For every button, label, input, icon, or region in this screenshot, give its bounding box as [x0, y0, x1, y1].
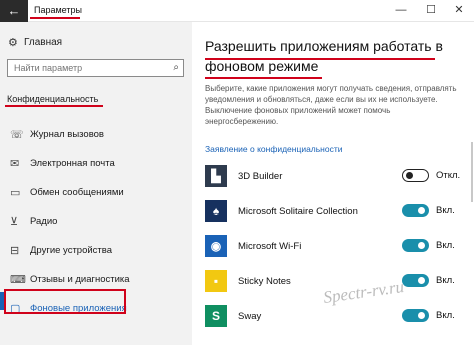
- arrow-left-icon: ←: [7, 3, 21, 18]
- toggle-knob: [406, 171, 413, 179]
- search-icon[interactable]: ⌕: [173, 62, 179, 73]
- title-highlight-underline: [30, 17, 80, 19]
- close-button[interactable]: ✕: [452, 3, 466, 17]
- app-name: Sticky Notes: [238, 276, 291, 287]
- sidebar-item-label: Электронная почта: [30, 158, 115, 169]
- 3d-builder-icon: ▙: [205, 165, 227, 187]
- app-name: Sway: [238, 311, 262, 322]
- settings-window: ← Параметры — ☐ ✕ ⚙ Главная ⌕ Конфиденци…: [0, 0, 474, 345]
- app-name: 3D Builder: [238, 171, 283, 182]
- window-title: Параметры: [34, 5, 82, 15]
- sidebar-item-label: Обмен сообщениями: [30, 187, 124, 198]
- search-box[interactable]: ⌕: [7, 59, 184, 77]
- maximize-button[interactable]: ☐: [424, 3, 438, 17]
- sidebar-item-messaging[interactable]: ▭ Обмен сообщениями: [0, 178, 192, 207]
- description-text: Выберите, какие приложения могут получат…: [205, 84, 457, 126]
- toggle-switch[interactable]: [402, 169, 429, 182]
- sidebar-item-email[interactable]: ✉ Электронная почта: [0, 149, 192, 178]
- toggle-switch[interactable]: [402, 239, 429, 252]
- app-row-wifi: ◉ Microsoft Wi-Fi Вкл.: [205, 233, 465, 268]
- toggle-state-label: Вкл.: [436, 310, 455, 321]
- title-highlight-underline: [205, 58, 435, 60]
- toggle-switch[interactable]: [402, 204, 429, 217]
- sidebar-item-label: Журнал вызовов: [30, 129, 104, 140]
- title-bar: ← Параметры — ☐ ✕: [0, 0, 474, 22]
- app-row-solitaire: ♠ Microsoft Solitaire Collection Вкл.: [205, 198, 465, 233]
- toggle-knob: [418, 242, 425, 249]
- page-title: Разрешить приложениям работать в фоновом…: [205, 38, 443, 74]
- app-list: ▙ 3D Builder Откл. ♠ Microsoft Solitaire…: [205, 163, 465, 338]
- devices-icon: ⊟: [10, 245, 20, 257]
- sidebar-item-label: Отзывы и диагностика: [30, 274, 130, 285]
- toggle-state-label: Откл.: [436, 170, 461, 181]
- app-row-3d-builder: ▙ 3D Builder Откл.: [205, 163, 465, 198]
- sidebar-item-label: Другие устройства: [30, 245, 112, 256]
- sidebar-item-other-devices[interactable]: ⊟ Другие устройства: [0, 236, 192, 265]
- toggle-state-label: Вкл.: [436, 275, 455, 286]
- nav-home[interactable]: ⚙ Главная: [8, 34, 62, 50]
- gear-icon: ⚙: [8, 36, 18, 49]
- toggle-knob: [418, 277, 425, 284]
- toggle-knob: [418, 207, 425, 214]
- messaging-icon: ▭: [10, 187, 21, 199]
- call-history-icon: ☏: [10, 129, 24, 141]
- scrollbar[interactable]: [471, 142, 473, 202]
- toggle-switch[interactable]: [402, 274, 429, 287]
- sway-icon: S: [205, 305, 227, 327]
- section-title: Конфиденциальность: [7, 94, 99, 104]
- app-name: Microsoft Solitaire Collection: [238, 206, 358, 217]
- toggle-switch[interactable]: [402, 309, 429, 322]
- radio-icon: ⊻: [10, 216, 19, 228]
- nav-home-label: Главная: [24, 36, 63, 48]
- sidebar-item-label: Радио: [30, 216, 58, 227]
- app-row-sway: S Sway Вкл.: [205, 303, 465, 338]
- toggle-state-label: Вкл.: [436, 205, 455, 216]
- back-button[interactable]: ←: [0, 0, 28, 22]
- sidebar-item-call-history[interactable]: ☏ Журнал вызовов: [0, 120, 192, 149]
- mail-icon: ✉: [10, 158, 20, 170]
- feedback-icon: ⌨: [10, 274, 26, 286]
- active-item-highlight-box: [4, 289, 126, 314]
- sidebar: ⚙ Главная ⌕ Конфиденциальность ☏ Журнал …: [0, 22, 192, 345]
- minimize-button[interactable]: —: [394, 3, 408, 17]
- privacy-statement-link[interactable]: Заявление о конфиденциальности: [205, 144, 343, 154]
- wifi-icon: ◉: [205, 235, 227, 257]
- app-name: Microsoft Wi-Fi: [238, 241, 302, 252]
- sidebar-item-radio[interactable]: ⊻ Радио: [0, 207, 192, 236]
- solitaire-icon: ♠: [205, 200, 227, 222]
- sticky-notes-icon: ▪: [205, 270, 227, 292]
- section-highlight-underline: [5, 105, 103, 107]
- toggle-knob: [418, 312, 425, 319]
- title-highlight-underline: [205, 77, 322, 79]
- search-input[interactable]: [8, 60, 168, 76]
- toggle-state-label: Вкл.: [436, 240, 455, 251]
